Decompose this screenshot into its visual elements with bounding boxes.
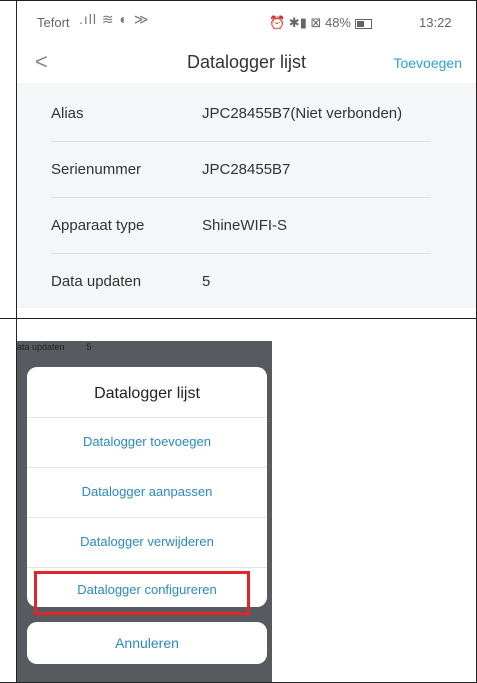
add-button[interactable]: Toevoegen <box>393 55 462 71</box>
clock: 13:22 <box>419 15 452 30</box>
document-page: Tefort .ıll ≋ ◐ ≫ ⏰ ✱▮ ⊠ 48% 13:22 < Dat… <box>0 0 477 683</box>
row-label: Alias <box>51 105 84 122</box>
row-value: JPC28455B7(Niet verbonden) <box>202 105 403 122</box>
signal-wifi-icons: .ıll ≋ ◐ ≫ <box>79 11 150 27</box>
info-row-data-update: Data updaten 5 <box>51 254 431 308</box>
dimmed-row-value: 5 <box>86 342 92 352</box>
highlight-box <box>34 571 250 615</box>
info-row-alias: Alias JPC28455B7(Niet verbonden) <box>51 86 431 142</box>
row-value: 5 <box>202 273 211 290</box>
action-sheet-screenshot: ata updaten 5 Datalogger lijst Datalogger… <box>17 341 272 682</box>
table-border-middle <box>0 318 477 319</box>
status-icons: ⏰ ✱▮ ⊠ 48% <box>269 15 372 31</box>
battery-icon <box>354 18 372 29</box>
add-datalogger-option[interactable]: Datalogger toevoegen <box>27 417 267 467</box>
action-sheet-title: Datalogger lijst <box>94 385 200 402</box>
row-label: Apparaat type <box>51 217 145 234</box>
carrier-label: Tefort <box>37 15 70 30</box>
row-label: Data updaten <box>51 273 142 290</box>
action-sheet: Datalogger lijst Datalogger toevoegen Da… <box>27 367 267 615</box>
dimmed-row-label: ata updaten <box>17 342 65 352</box>
info-row-device-type: Apparaat type ShineWIFI-S <box>51 198 431 254</box>
info-row-serial-number: Serienummer JPC28455B7 <box>51 142 431 198</box>
edit-datalogger-option[interactable]: Datalogger aanpassen <box>27 467 267 517</box>
status-bar: Tefort .ıll ≋ ◐ ≫ ⏰ ✱▮ ⊠ 48% 13:22 <box>17 1 476 43</box>
row-value: JPC28455B7 <box>202 161 291 178</box>
row-label: Serienummer <box>51 161 142 178</box>
nav-bar: < Datalogger lijst Toevoegen <box>17 43 476 83</box>
delete-datalogger-option[interactable]: Datalogger verwijderen <box>27 517 267 567</box>
datalogger-detail-screenshot: Tefort .ıll ≋ ◐ ≫ ⏰ ✱▮ ⊠ 48% 13:22 < Dat… <box>17 1 476 308</box>
row-value: ShineWIFI-S <box>202 217 288 234</box>
cancel-button[interactable]: Annuleren <box>27 622 267 664</box>
status-icons-text: ⏰ ✱▮ ⊠ 48% <box>269 15 351 30</box>
dimmed-background-row: ata updaten 5 <box>17 342 92 352</box>
datalogger-info-list: Alias JPC28455B7(Niet verbonden) Serienu… <box>17 86 476 308</box>
